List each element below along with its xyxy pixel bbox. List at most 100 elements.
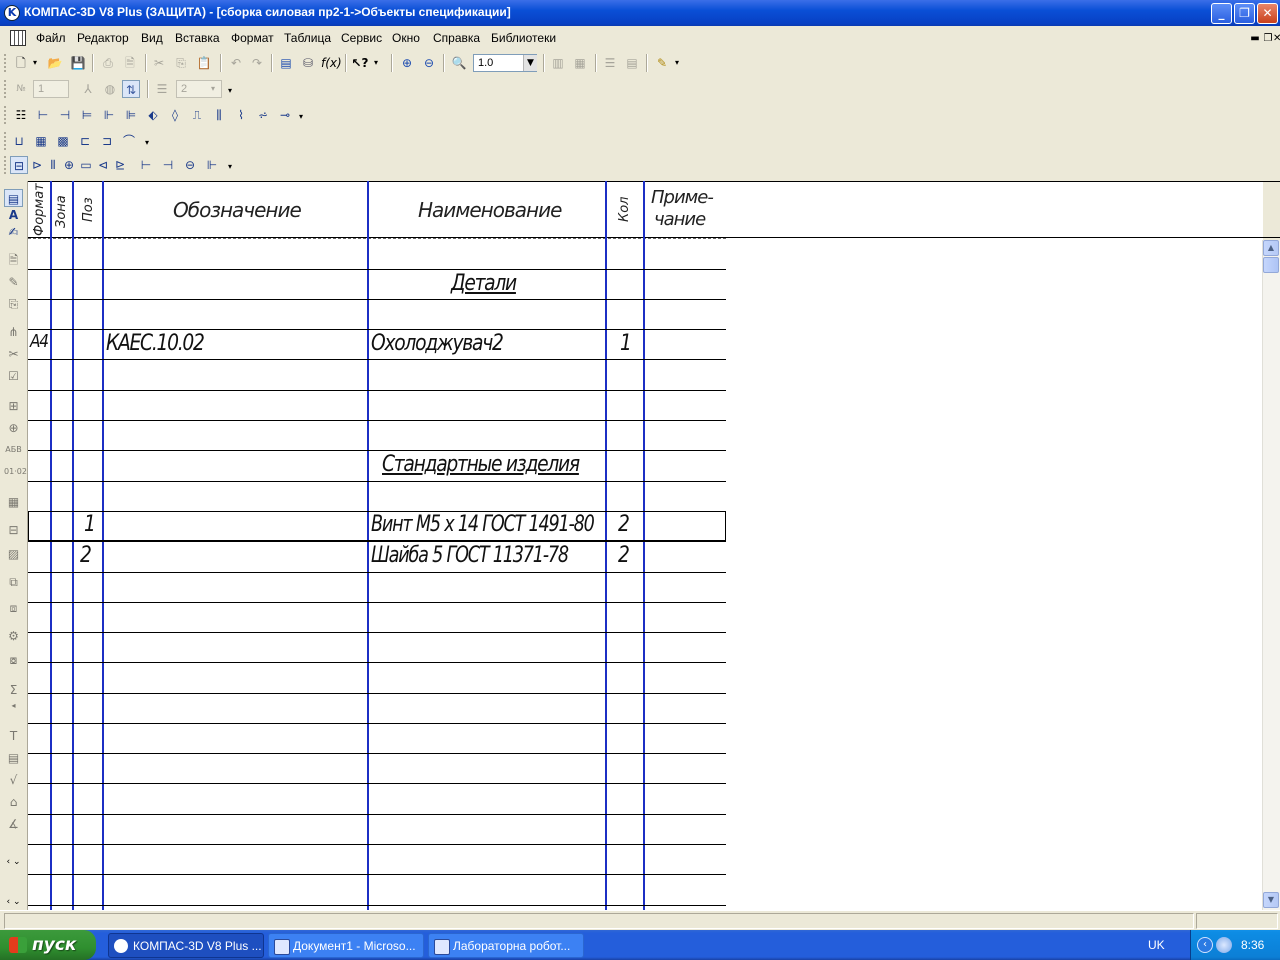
paste-icon[interactable]: 📋 <box>195 54 213 72</box>
frame-icon[interactable]: ⊔ <box>10 132 28 150</box>
new-document-icon[interactable]: 🗋 <box>12 54 30 72</box>
doc-minimize-button[interactable]: ▬ <box>1249 34 1261 45</box>
menu-insert[interactable]: Вставка <box>175 31 220 45</box>
page-layout-icon[interactable]: ▥ <box>549 54 567 72</box>
menu-service[interactable]: Сервис <box>341 31 382 45</box>
text-tool-icon[interactable]: T <box>4 727 23 745</box>
bolt-icon[interactable]: ⊢ <box>34 106 52 124</box>
vertical-scrollbar[interactable] <box>1262 240 1280 910</box>
print-icon[interactable]: ⎙ <box>99 54 117 72</box>
table2-tool-icon[interactable]: ▤ <box>4 749 23 767</box>
weld-icon[interactable]: ⩫ <box>254 106 272 124</box>
menu-view[interactable]: Вид <box>141 31 163 45</box>
spring-icon[interactable]: ⎍ <box>188 106 206 124</box>
collapse-panel-icon[interactable]: ‹ ⌄ <box>4 853 23 871</box>
fill-tool-icon[interactable]: ▨ <box>4 545 23 563</box>
stud2-icon[interactable]: ⊖ <box>181 156 199 174</box>
washer-icon[interactable]: ◊ <box>166 106 184 124</box>
angle-icon[interactable]: ⅄ <box>79 80 97 98</box>
text-icon[interactable]: A <box>4 206 23 224</box>
circle-plus-icon[interactable]: ⊕ <box>60 156 78 174</box>
fastener-icon[interactable]: ⊸ <box>276 106 294 124</box>
spec-mode-icon[interactable]: ▤ <box>4 189 23 207</box>
task-kompas[interactable]: КОМПАС-3D V8 Plus ... <box>108 933 264 958</box>
scroll-thumb[interactable] <box>1263 257 1279 273</box>
menu-file[interactable]: Файл <box>36 31 66 45</box>
print-preview-icon[interactable]: 🗎 <box>121 54 139 72</box>
rough-icon[interactable]: ⌂ <box>4 793 23 811</box>
toolbar-more-icon[interactable]: ▾ <box>225 82 235 100</box>
globe-icon[interactable]: ◍ <box>101 80 119 98</box>
variables-icon[interactable]: f(x) <box>321 54 342 72</box>
curve-icon[interactable]: ⌒ <box>120 132 138 150</box>
row2-pos[interactable]: 1 <box>84 512 96 537</box>
toolbar-grip[interactable] <box>4 156 9 174</box>
collapse-panel2-icon[interactable]: ‹ ⌄ <box>4 893 23 911</box>
profile-icon[interactable]: ⊏ <box>76 132 94 150</box>
tree-tool-icon[interactable]: ⋔ <box>4 323 23 341</box>
zoom-scale-icon[interactable]: 🔍 <box>450 54 468 72</box>
gear-tool-icon[interactable]: ⚙ <box>4 627 23 645</box>
insert-row-icon[interactable]: ⊞ <box>4 397 23 415</box>
row3-name[interactable]: Шайба 5 ГОСТ 11371-78 <box>371 543 569 568</box>
row1-qty[interactable]: 1 <box>620 331 632 356</box>
number-field[interactable]: 1 <box>33 80 69 98</box>
row1-format[interactable]: А4 <box>30 331 49 352</box>
sort-icon[interactable]: ⇅ <box>122 80 140 98</box>
maximize-button[interactable]: ❐ <box>1234 3 1255 24</box>
arrow-icon[interactable]: ⊲ <box>94 156 112 174</box>
context-help-icon[interactable]: ↖? <box>351 54 369 72</box>
shaft-icon[interactable]: ⫼ <box>210 106 228 124</box>
rivet-icon[interactable]: ⊫ <box>122 106 140 124</box>
rows-dropdown-icon[interactable]: ▾ <box>205 80 221 98</box>
normal-mode-icon[interactable]: ▦ <box>571 54 589 72</box>
row2-qty[interactable]: 2 <box>618 512 630 537</box>
grid-frame2-icon[interactable]: ▩ <box>54 132 72 150</box>
doc-tool-icon[interactable]: 🗎 <box>4 251 23 269</box>
kompas-app-icon[interactable]: K <box>4 5 20 21</box>
row1-designation[interactable]: КАЕС.10.02 <box>106 331 205 356</box>
tray-search-icon[interactable] <box>1216 937 1232 953</box>
toolbar-more-icon[interactable]: ▾ <box>225 158 235 176</box>
row2-name[interactable]: Винт М5 х 14 ГОСТ 1491-80 <box>371 512 595 537</box>
undo-icon[interactable]: ↶ <box>227 54 245 72</box>
row1-name[interactable]: Охолоджувач2 <box>371 331 504 356</box>
toolbar-more-icon[interactable]: ▾ <box>296 108 306 126</box>
table-tool-icon[interactable]: ▦ <box>4 493 23 511</box>
merge-tool-icon[interactable]: ⊟ <box>4 521 23 539</box>
numbering-icon[interactable]: 01·02 <box>4 463 27 481</box>
grid-frame-icon[interactable]: ▦ <box>32 132 50 150</box>
menu-libraries[interactable]: Библиотеки <box>491 31 556 45</box>
screw-icon[interactable]: ⊣ <box>56 106 74 124</box>
check-tool-icon[interactable]: ☑ <box>4 367 23 385</box>
spec-document[interactable] <box>28 181 1263 910</box>
rows-icon[interactable]: ☰ <box>153 80 171 98</box>
save-icon[interactable]: 💾 <box>69 54 87 72</box>
bolt2-icon[interactable]: ⊢ <box>137 156 155 174</box>
nut-icon[interactable]: ⬖ <box>144 106 162 124</box>
close-button[interactable]: ✕ <box>1257 3 1278 24</box>
task-word-doc1[interactable]: Документ1 - Microso... <box>268 933 424 958</box>
list-view-icon[interactable]: ☰ <box>601 54 619 72</box>
new-dropdown-icon[interactable]: ▾ <box>30 54 40 72</box>
help-dropdown-icon[interactable]: ▾ <box>371 54 381 72</box>
menu-window[interactable]: Окно <box>392 31 420 45</box>
toolbar-grip[interactable] <box>4 106 9 124</box>
toolbar-more-icon[interactable]: ▾ <box>142 134 152 152</box>
left-arrow-icon[interactable]: ◂ <box>4 697 23 715</box>
doc-close-button[interactable]: ✕ <box>1273 34 1280 45</box>
rect-icon[interactable]: ▭ <box>77 156 95 174</box>
tray-expand-icon[interactable]: ‹ <box>1197 937 1213 953</box>
stud-icon[interactable]: ⊨ <box>78 106 96 124</box>
minimize-button[interactable]: _ <box>1211 3 1232 24</box>
zoom-scale-dropdown[interactable]: ▼ <box>523 55 537 71</box>
number-field-icon[interactable]: № <box>12 80 30 98</box>
menu-edit[interactable]: Редактор <box>77 31 129 45</box>
zoom-in-icon[interactable]: ⊕ <box>398 54 416 72</box>
thread-icon[interactable]: ⌇ <box>232 106 250 124</box>
section-icon[interactable]: ⊟ <box>10 156 28 174</box>
menu-table[interactable]: Таблица <box>284 31 331 45</box>
add-row-icon[interactable]: ⊕ <box>4 419 23 437</box>
scroll-up-button[interactable]: ▲ <box>1263 240 1279 256</box>
pin-icon[interactable]: ⊩ <box>100 106 118 124</box>
